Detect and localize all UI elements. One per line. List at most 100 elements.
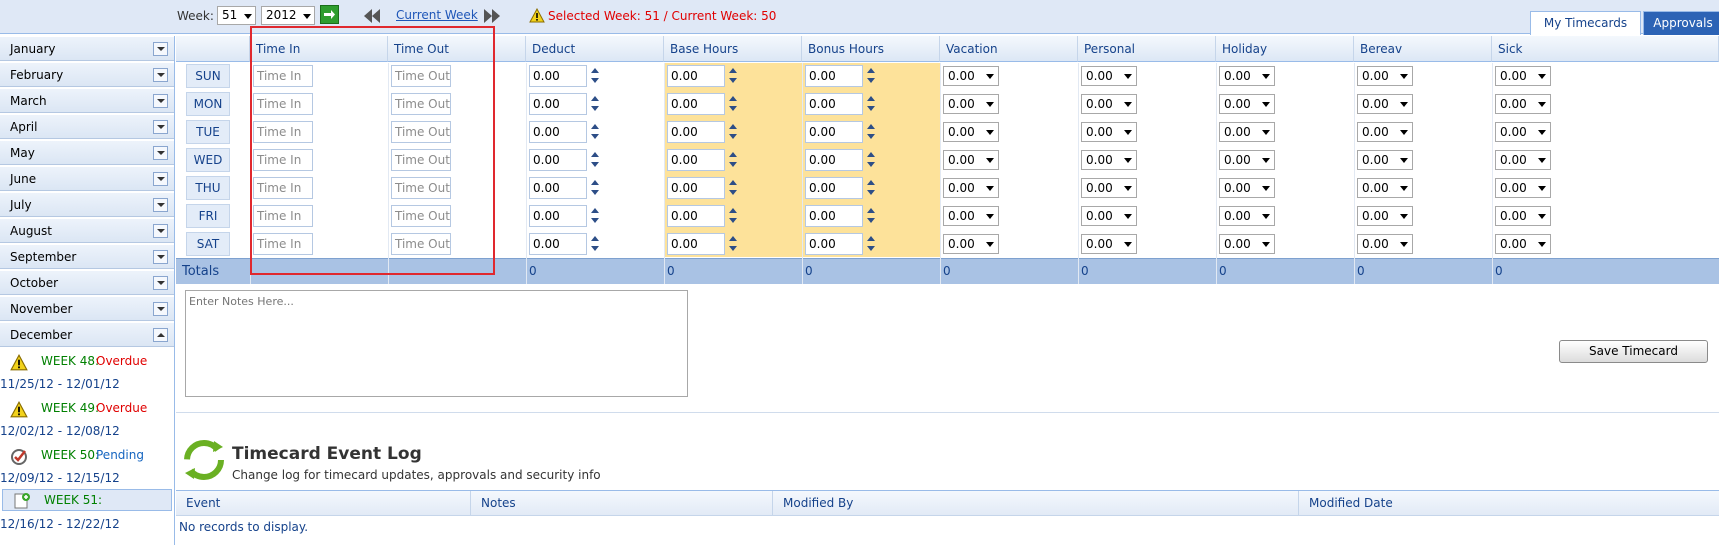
sick-select[interactable]: 0.00: [1495, 122, 1551, 142]
column-header-modified-date[interactable]: Modified Date: [1299, 491, 1719, 516]
sick-select[interactable]: 0.00: [1495, 234, 1551, 254]
deduct-input[interactable]: 0.00: [529, 205, 587, 227]
expand-icon[interactable]: [153, 68, 168, 82]
spinner-icon[interactable]: [867, 123, 876, 141]
sidebar-month-august[interactable]: August: [0, 218, 174, 243]
spinner-icon[interactable]: [729, 95, 738, 113]
deduct-input[interactable]: 0.00: [529, 149, 587, 171]
current-week-link[interactable]: Current Week: [396, 8, 478, 22]
base-hours-input[interactable]: 0.00: [667, 233, 725, 255]
vacation-select[interactable]: 0.00: [943, 94, 999, 114]
go-arrow-button[interactable]: [320, 5, 339, 24]
spinner-icon[interactable]: [867, 207, 876, 225]
personal-select[interactable]: 0.00: [1081, 234, 1137, 254]
spinner-icon[interactable]: [591, 95, 600, 113]
bonus-hours-input[interactable]: 0.00: [805, 177, 863, 199]
sidebar-month-january[interactable]: January: [0, 36, 174, 61]
column-header-sick[interactable]: Sick: [1492, 36, 1719, 62]
expand-icon[interactable]: [153, 94, 168, 108]
sidebar-month-october[interactable]: October: [0, 270, 174, 295]
base-hours-input[interactable]: 0.00: [667, 177, 725, 199]
sidebar-month-july[interactable]: July: [0, 192, 174, 217]
bereav-select[interactable]: 0.00: [1357, 122, 1413, 142]
sidebar-month-april[interactable]: April: [0, 114, 174, 139]
spinner-icon[interactable]: [867, 67, 876, 85]
year-select[interactable]: 2012: [261, 6, 315, 25]
personal-select[interactable]: 0.00: [1081, 94, 1137, 114]
sidebar-month-february[interactable]: February: [0, 62, 174, 87]
sidebar-month-may[interactable]: May: [0, 140, 174, 165]
bereav-select[interactable]: 0.00: [1357, 150, 1413, 170]
deduct-input[interactable]: 0.00: [529, 65, 587, 87]
bonus-hours-input[interactable]: 0.00: [805, 65, 863, 87]
bereav-select[interactable]: 0.00: [1357, 178, 1413, 198]
holiday-select[interactable]: 0.00: [1219, 178, 1275, 198]
sidebar-month-september[interactable]: September: [0, 244, 174, 269]
column-header-bonus-hours[interactable]: Bonus Hours: [802, 36, 940, 62]
column-header-base-hours[interactable]: Base Hours: [664, 36, 802, 62]
next-week-button[interactable]: [484, 7, 502, 23]
expand-icon[interactable]: [153, 302, 168, 316]
holiday-select[interactable]: 0.00: [1219, 234, 1275, 254]
column-header-modified-by[interactable]: Modified By: [773, 491, 1299, 516]
expand-icon[interactable]: [153, 146, 168, 160]
spinner-icon[interactable]: [867, 151, 876, 169]
bereav-select[interactable]: 0.00: [1357, 206, 1413, 226]
tab-my-timecards[interactable]: My Timecards: [1530, 11, 1641, 35]
holiday-select[interactable]: 0.00: [1219, 122, 1275, 142]
sick-select[interactable]: 0.00: [1495, 206, 1551, 226]
expand-icon[interactable]: [153, 172, 168, 186]
base-hours-input[interactable]: 0.00: [667, 93, 725, 115]
expand-icon[interactable]: [153, 198, 168, 212]
spinner-icon[interactable]: [729, 67, 738, 85]
holiday-select[interactable]: 0.00: [1219, 206, 1275, 226]
vacation-select[interactable]: 0.00: [943, 178, 999, 198]
column-header-deduct[interactable]: Deduct: [526, 36, 664, 62]
spinner-icon[interactable]: [867, 235, 876, 253]
spinner-icon[interactable]: [867, 179, 876, 197]
bonus-hours-input[interactable]: 0.00: [805, 149, 863, 171]
sidebar-month-june[interactable]: June: [0, 166, 174, 191]
column-header-vacation[interactable]: Vacation: [940, 36, 1078, 62]
column-header-holiday[interactable]: Holiday: [1216, 36, 1354, 62]
expand-icon[interactable]: [153, 224, 168, 238]
column-header-personal[interactable]: Personal: [1078, 36, 1216, 62]
spinner-icon[interactable]: [729, 151, 738, 169]
sidebar-week-51[interactable]: WEEK 51:: [2, 489, 172, 511]
personal-select[interactable]: 0.00: [1081, 150, 1137, 170]
expand-icon[interactable]: [153, 42, 168, 56]
spinner-icon[interactable]: [729, 235, 738, 253]
holiday-select[interactable]: 0.00: [1219, 66, 1275, 86]
bonus-hours-input[interactable]: 0.00: [805, 93, 863, 115]
column-header-bereav[interactable]: Bereav: [1354, 36, 1492, 62]
expand-icon[interactable]: [153, 276, 168, 290]
base-hours-input[interactable]: 0.00: [667, 205, 725, 227]
sick-select[interactable]: 0.00: [1495, 150, 1551, 170]
vacation-select[interactable]: 0.00: [943, 66, 999, 86]
spinner-icon[interactable]: [591, 179, 600, 197]
expand-icon[interactable]: [153, 120, 168, 134]
previous-week-button[interactable]: [364, 7, 382, 23]
spinner-icon[interactable]: [591, 151, 600, 169]
column-header-notes[interactable]: Notes: [471, 491, 773, 516]
spinner-icon[interactable]: [591, 235, 600, 253]
spinner-icon[interactable]: [729, 179, 738, 197]
personal-select[interactable]: 0.00: [1081, 66, 1137, 86]
vacation-select[interactable]: 0.00: [943, 206, 999, 226]
holiday-select[interactable]: 0.00: [1219, 150, 1275, 170]
notes-input[interactable]: [185, 290, 688, 397]
deduct-input[interactable]: 0.00: [529, 93, 587, 115]
spinner-icon[interactable]: [729, 123, 738, 141]
deduct-input[interactable]: 0.00: [529, 177, 587, 199]
sick-select[interactable]: 0.00: [1495, 178, 1551, 198]
base-hours-input[interactable]: 0.00: [667, 149, 725, 171]
spinner-icon[interactable]: [729, 207, 738, 225]
bereav-select[interactable]: 0.00: [1357, 234, 1413, 254]
sidebar-month-march[interactable]: March: [0, 88, 174, 113]
vacation-select[interactable]: 0.00: [943, 150, 999, 170]
deduct-input[interactable]: 0.00: [529, 121, 587, 143]
personal-select[interactable]: 0.00: [1081, 206, 1137, 226]
bonus-hours-input[interactable]: 0.00: [805, 121, 863, 143]
collapse-icon[interactable]: [153, 328, 168, 342]
vacation-select[interactable]: 0.00: [943, 122, 999, 142]
